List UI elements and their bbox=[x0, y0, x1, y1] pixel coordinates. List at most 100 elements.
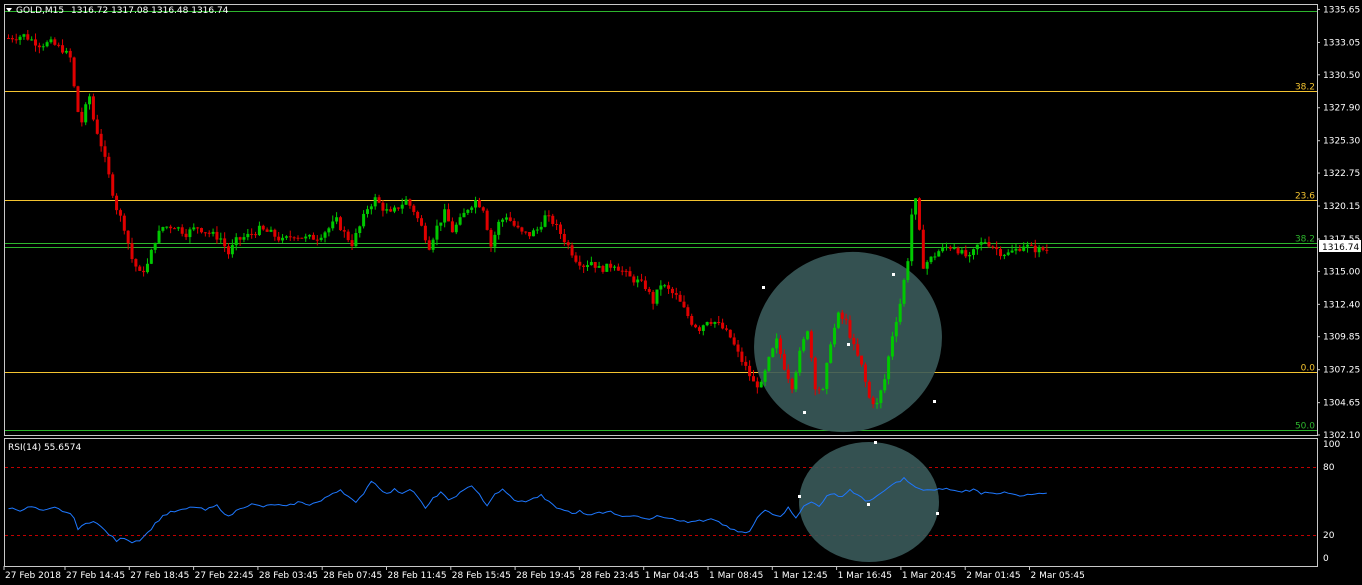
candle-body bbox=[972, 249, 975, 255]
handle[interactable] bbox=[762, 286, 765, 289]
candle-body bbox=[771, 348, 775, 357]
candle-body bbox=[41, 46, 45, 48]
handle[interactable] bbox=[803, 411, 806, 414]
candle-body bbox=[84, 104, 88, 123]
handle[interactable] bbox=[847, 343, 850, 346]
candle-body bbox=[944, 246, 948, 248]
time-tick-label: 1 Mar 16:45 bbox=[838, 571, 892, 581]
candle-body bbox=[570, 245, 574, 256]
main-pane-frame bbox=[4, 4, 1318, 436]
candle-body bbox=[223, 238, 227, 247]
candle-body bbox=[786, 369, 790, 379]
candle-body bbox=[844, 318, 848, 321]
candle-body bbox=[420, 218, 424, 226]
candle-body bbox=[674, 293, 678, 295]
handle[interactable] bbox=[874, 441, 877, 444]
candle-body bbox=[443, 209, 447, 223]
candle-body bbox=[269, 229, 273, 232]
candle-body bbox=[447, 209, 451, 222]
candle-body bbox=[821, 389, 825, 391]
time-tick-label: 2 Mar 05:45 bbox=[1031, 571, 1085, 581]
handle[interactable] bbox=[867, 503, 870, 506]
rsi-tick-label: 80 bbox=[1323, 463, 1335, 473]
candle-body bbox=[385, 209, 389, 211]
time-axis: 27 Feb 2018 27 Feb 14:45 27 Feb 18:45 27 Fe… bbox=[3, 566, 1085, 581]
candle-body bbox=[115, 195, 119, 211]
candle-body bbox=[497, 221, 501, 235]
price-tick-label: 1304.65 bbox=[1323, 399, 1360, 409]
candle-body bbox=[423, 225, 427, 241]
candle-body bbox=[126, 230, 130, 244]
highlight-ellipse-rsi bbox=[799, 442, 939, 562]
candle-body bbox=[470, 207, 474, 210]
handle[interactable] bbox=[892, 273, 895, 276]
candle-body bbox=[898, 303, 902, 322]
candle-body bbox=[192, 227, 196, 230]
candle-body bbox=[26, 34, 30, 40]
candle-body bbox=[613, 266, 617, 268]
time-tick-label: 28 Feb 11:45 bbox=[388, 571, 447, 581]
trading-chart[interactable]: 38.2 23.6 38.2 0.0 50.0 1335.65 1333.05 1330.5… bbox=[0, 0, 1362, 585]
candle-body bbox=[396, 207, 400, 209]
candle-body bbox=[848, 320, 852, 338]
candle-body bbox=[346, 231, 350, 241]
candle-body bbox=[134, 259, 138, 267]
candle-body bbox=[64, 50, 68, 53]
candle-body bbox=[968, 254, 972, 257]
candle-body bbox=[605, 263, 609, 272]
candle-body bbox=[528, 231, 532, 237]
candle-body bbox=[489, 229, 493, 247]
candle-body bbox=[655, 289, 659, 304]
price-levels: 38.2 23.6 38.2 0.0 50.0 bbox=[5, 11, 1317, 432]
candle-body bbox=[107, 156, 111, 175]
candle-body bbox=[369, 206, 373, 210]
candle-body bbox=[790, 378, 794, 390]
candle-body bbox=[817, 389, 821, 391]
candle-body bbox=[111, 174, 115, 196]
candle-body bbox=[404, 199, 408, 205]
candle-body bbox=[292, 237, 296, 239]
candle-body bbox=[103, 146, 107, 157]
candle-body bbox=[640, 279, 644, 281]
time-tick-label: 28 Feb 15:45 bbox=[452, 571, 511, 581]
time-tick-label: 28 Feb 23:45 bbox=[580, 571, 639, 581]
candle-body bbox=[987, 242, 991, 247]
candle-body bbox=[586, 265, 589, 267]
candle-body bbox=[840, 312, 844, 319]
candle-body bbox=[782, 354, 786, 370]
handle[interactable] bbox=[936, 512, 939, 515]
candle-body bbox=[620, 270, 624, 272]
candle-body bbox=[358, 226, 362, 234]
candle-body bbox=[929, 256, 933, 263]
candle-body bbox=[736, 344, 740, 352]
candle-body bbox=[547, 215, 551, 217]
candle-body bbox=[288, 236, 292, 238]
candle-body bbox=[319, 237, 323, 240]
candle-body bbox=[416, 211, 420, 219]
candle-body bbox=[767, 356, 771, 371]
candle-body bbox=[238, 237, 242, 240]
candle-body bbox=[593, 262, 597, 268]
candle-body bbox=[512, 220, 516, 226]
handle[interactable] bbox=[798, 495, 801, 498]
candle-body bbox=[76, 86, 80, 112]
price-tick-label: 1327.90 bbox=[1323, 104, 1360, 114]
candle-body bbox=[694, 324, 698, 328]
candle-body bbox=[122, 215, 126, 231]
candle-body bbox=[227, 246, 231, 255]
candle-body bbox=[161, 227, 165, 231]
candle-body bbox=[663, 285, 667, 287]
handle[interactable] bbox=[933, 400, 936, 403]
time-tick-label: 28 Feb 03:45 bbox=[259, 571, 318, 581]
candle-body bbox=[948, 246, 952, 249]
candle-body bbox=[914, 198, 918, 215]
candle-body bbox=[350, 240, 354, 247]
candle-body bbox=[651, 291, 655, 304]
candle-body bbox=[1029, 244, 1033, 246]
candle-body bbox=[721, 322, 725, 329]
candle-body bbox=[659, 285, 663, 290]
candle-body bbox=[856, 344, 860, 356]
candle-body bbox=[72, 57, 76, 87]
candle-body bbox=[450, 221, 454, 233]
candle-body bbox=[1022, 246, 1026, 251]
